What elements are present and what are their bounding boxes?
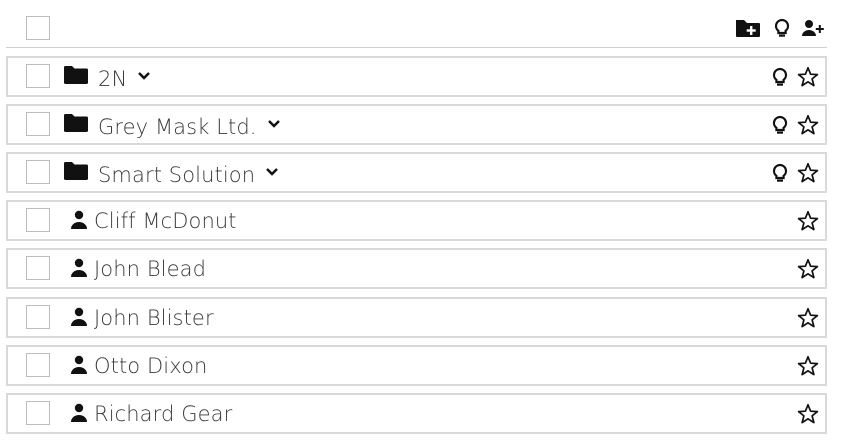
row-checkbox[interactable] (26, 160, 50, 184)
bulb-icon[interactable] (771, 162, 789, 184)
chevron-down-icon[interactable] (137, 71, 151, 81)
user-name[interactable]: John Blead (94, 255, 206, 283)
person-icon (70, 355, 88, 375)
user-row[interactable]: John Blister (6, 297, 827, 338)
star-icon[interactable] (797, 307, 819, 329)
user-name[interactable]: Otto Dixon (94, 352, 207, 380)
user-name[interactable]: John Blister (94, 304, 214, 332)
star-icon[interactable] (797, 355, 819, 377)
row-actions (797, 256, 819, 282)
person-icon (70, 210, 88, 230)
row-actions (771, 112, 819, 138)
star-icon[interactable] (797, 210, 819, 232)
user-row[interactable]: Richard Gear (6, 393, 827, 434)
row-checkbox[interactable] (26, 305, 50, 329)
select-all-checkbox[interactable] (26, 16, 50, 40)
user-name[interactable]: Cliff McDonut (94, 207, 237, 235)
person-icon (70, 403, 88, 423)
row-actions (797, 208, 819, 234)
bulb-icon[interactable] (771, 114, 789, 136)
star-icon[interactable] (797, 162, 819, 184)
row-actions (771, 64, 819, 90)
bulb-icon[interactable] (773, 17, 791, 39)
star-icon[interactable] (797, 66, 819, 88)
star-icon[interactable] (797, 258, 819, 280)
user-row[interactable]: Otto Dixon (6, 345, 827, 386)
star-icon[interactable] (797, 403, 819, 425)
row-checkbox[interactable] (26, 112, 50, 136)
folder-icon (64, 66, 88, 84)
user-row[interactable]: Cliff McDonut (6, 200, 827, 241)
row-checkbox[interactable] (26, 208, 50, 232)
star-icon[interactable] (797, 114, 819, 136)
row-actions (771, 160, 819, 186)
group-row[interactable]: Smart Solution (6, 152, 827, 193)
row-actions (797, 401, 819, 427)
chevron-down-icon[interactable] (265, 167, 279, 177)
user-name[interactable]: Richard Gear (94, 400, 232, 428)
group-row[interactable]: Grey Mask Ltd. (6, 104, 827, 145)
folder-icon (64, 114, 88, 132)
group-name[interactable]: 2N (98, 65, 151, 93)
list-header (6, 9, 827, 48)
row-checkbox[interactable] (26, 64, 50, 88)
row-checkbox[interactable] (26, 256, 50, 280)
row-actions (797, 305, 819, 331)
row-actions (797, 353, 819, 379)
person-icon (70, 307, 88, 327)
header-actions (735, 17, 825, 39)
row-checkbox[interactable] (26, 353, 50, 377)
group-row[interactable]: 2N (6, 56, 827, 97)
add-user-icon[interactable] (801, 17, 825, 39)
bulb-icon[interactable] (771, 66, 789, 88)
person-icon (70, 258, 88, 278)
row-checkbox[interactable] (26, 401, 50, 425)
group-name[interactable]: Grey Mask Ltd. (98, 113, 281, 141)
user-row[interactable]: John Blead (6, 248, 827, 289)
folder-icon (64, 162, 88, 180)
group-name[interactable]: Smart Solution (98, 161, 279, 189)
chevron-down-icon[interactable] (267, 119, 281, 129)
add-folder-icon[interactable] (735, 17, 761, 39)
